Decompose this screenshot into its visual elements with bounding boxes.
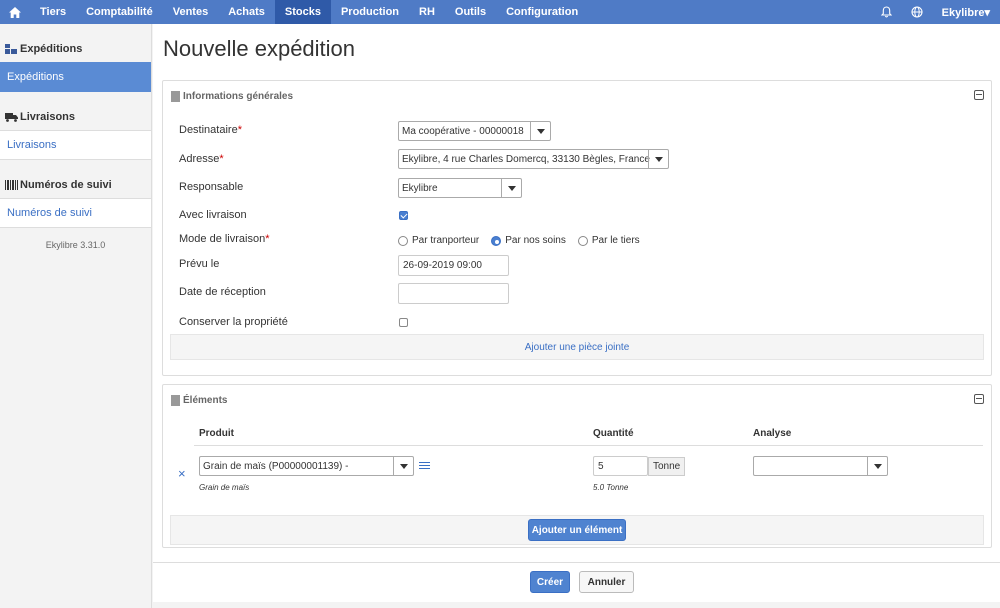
radio-par-nos-soins[interactable] [491, 235, 502, 246]
column-header-quantite: Quantité [593, 428, 634, 439]
nav-item-stocks[interactable]: Stocks [274, 0, 331, 24]
chevron-down-icon[interactable] [501, 179, 521, 197]
sidebar-item-expeditions[interactable]: Expéditions [0, 62, 151, 92]
chevron-down-icon[interactable] [530, 122, 550, 140]
elements-panel: Éléments Produit Quantité Analyse × Grai… [162, 384, 992, 548]
chevron-down-icon[interactable] [867, 457, 887, 475]
responsable-label: Responsable [179, 181, 244, 193]
add-element-bar: Ajouter un élément [170, 515, 984, 545]
adresse-label: Adresse* [179, 153, 224, 165]
nav-item-ventes[interactable]: Ventes [163, 0, 218, 24]
page-title: Nouvelle expédition [163, 36, 356, 61]
prevu-le-label: Prévu le [179, 258, 220, 270]
radio-label: Par le tiers [591, 235, 640, 246]
bell-icon[interactable] [872, 0, 902, 24]
sidebar-section-title: Expéditions [20, 43, 83, 55]
nav-item-outils[interactable]: Outils [445, 0, 496, 24]
collapse-icon[interactable] [974, 90, 984, 100]
barcode-icon [5, 180, 18, 191]
radio-label: Par nos soins [505, 235, 566, 246]
produit-select[interactable]: Grain de maïs (P00000001139) - [199, 456, 414, 476]
bottom-strip [153, 602, 1000, 608]
avec-livraison-checkbox[interactable] [399, 211, 408, 220]
truck-icon [5, 112, 18, 123]
conserver-propriete-checkbox[interactable] [399, 318, 408, 327]
adresse-value: Ekylibre, 4 rue Charles Domercq, 33130 B… [402, 153, 650, 165]
chevron-down-icon[interactable] [393, 457, 413, 475]
sidebar-section-title: Livraisons [20, 111, 76, 123]
sidebar-section-livraisons: Livraisons [0, 104, 151, 130]
user-menu[interactable]: Ekylibre▾ [932, 0, 1000, 24]
produit-value: Grain de maïs (P00000001139) - [203, 460, 349, 472]
cancel-button[interactable]: Annuler [579, 571, 634, 593]
form-footer-divider [153, 562, 1000, 563]
nav-item-achats[interactable]: Achats [218, 0, 275, 24]
document-icon [171, 394, 180, 406]
unit-label: Tonne [648, 457, 686, 476]
home-icon[interactable] [0, 0, 30, 24]
sidebar-item-livraisons[interactable]: Livraisons [0, 130, 151, 160]
analyse-select[interactable] [753, 456, 888, 476]
general-info-header: Informations générales [163, 81, 991, 111]
radio-par-transporteur[interactable] [398, 235, 408, 246]
list-icon[interactable] [419, 462, 430, 471]
destinataire-select[interactable]: Ma coopérative - 00000018 [398, 121, 551, 141]
responsable-select[interactable]: Ekylibre [398, 178, 522, 198]
boxes-icon [5, 44, 18, 55]
mode-livraison-radios: Par tranporteur Par nos soins Par le tie… [398, 235, 652, 246]
nav-item-production[interactable]: Production [331, 0, 409, 24]
avec-livraison-label: Avec livraison [179, 209, 247, 221]
conserver-propriete-label: Conserver la propriété [179, 316, 288, 328]
mode-livraison-label: Mode de livraison* [179, 233, 270, 245]
table-header-divider [194, 445, 983, 446]
add-attachment-link[interactable]: Ajouter une pièce jointe [170, 334, 984, 360]
sidebar-item-numeros-suivi[interactable]: Numéros de suivi [0, 198, 151, 228]
adresse-select[interactable]: Ekylibre, 4 rue Charles Domercq, 33130 B… [398, 149, 669, 169]
column-header-analyse: Analyse [753, 428, 792, 439]
chevron-down-icon[interactable] [648, 150, 668, 168]
create-button[interactable]: Créer [530, 571, 570, 593]
nav-item-comptabilite[interactable]: Comptabilité [76, 0, 163, 24]
top-navbar: Tiers Comptabilité Ventes Achats Stocks … [0, 0, 1000, 24]
date-reception-input[interactable] [398, 283, 509, 304]
responsable-value: Ekylibre [402, 182, 438, 194]
remove-row-icon[interactable]: × [178, 466, 186, 481]
sidebar-section-numeros-suivi: Numéros de suivi [0, 172, 151, 198]
destinataire-value: Ma coopérative - 00000018 [402, 125, 524, 137]
prevu-le-input[interactable]: 26-09-2019 09:00 [398, 255, 509, 276]
document-icon [171, 90, 180, 102]
add-element-button[interactable]: Ajouter un élément [528, 519, 626, 541]
panel-title: Informations générales [183, 90, 294, 102]
column-header-produit: Produit [199, 428, 234, 439]
elements-header: Éléments [163, 385, 991, 415]
general-info-panel: Informations générales Destinataire* Ma … [162, 80, 992, 376]
quantite-subtext: 5.0 Tonne [593, 483, 629, 492]
radio-label: Par tranporteur [412, 235, 480, 246]
panel-title: Éléments [183, 394, 228, 406]
nav-item-configuration[interactable]: Configuration [496, 0, 588, 24]
quantite-input[interactable]: 5 [593, 456, 648, 476]
app-version: Ekylibre 3.31.0 [45, 240, 106, 250]
nav-item-rh[interactable]: RH [409, 0, 445, 24]
destinataire-label: Destinataire* [179, 124, 242, 136]
main-content: Nouvelle expédition Informations général… [153, 24, 1000, 608]
sidebar: Expéditions Expéditions Livraisons Livra… [0, 24, 152, 608]
sidebar-section-expeditions: Expéditions [0, 36, 151, 62]
produit-subtext: Grain de maïs [199, 483, 250, 492]
nav-item-tiers[interactable]: Tiers [30, 0, 76, 24]
sidebar-section-title: Numéros de suivi [20, 179, 112, 191]
date-reception-label: Date de réception [179, 286, 266, 298]
globe-icon[interactable] [902, 0, 932, 24]
collapse-icon[interactable] [974, 394, 984, 404]
radio-par-le-tiers[interactable] [577, 235, 588, 246]
